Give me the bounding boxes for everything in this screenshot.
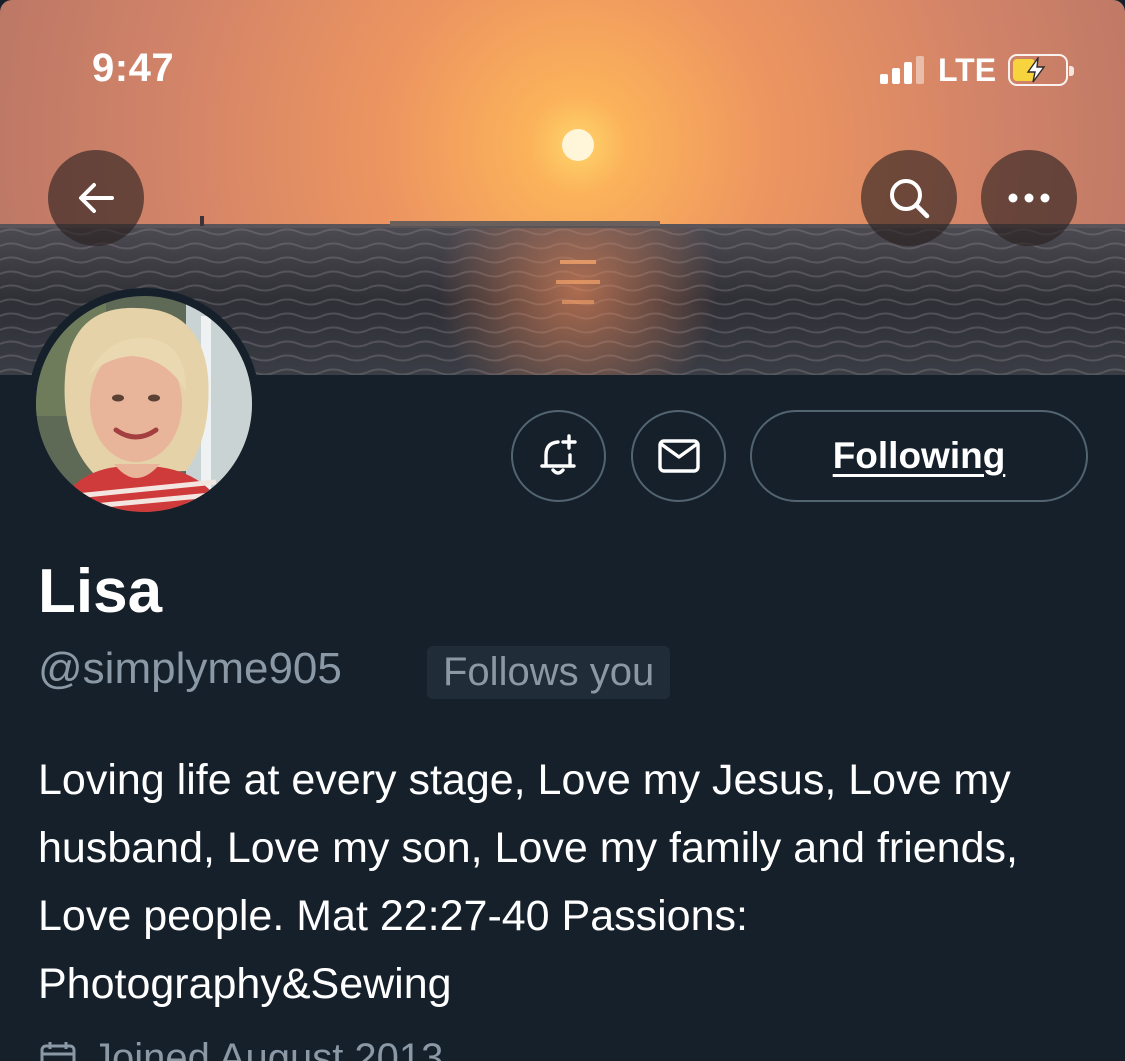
status-time: 9:47 [92,46,175,90]
message-button[interactable] [631,410,726,502]
more-options-button[interactable] [981,150,1077,246]
cellular-signal-icon [880,56,924,84]
back-button[interactable] [48,150,144,246]
notifications-button[interactable] [511,410,606,502]
joined-date-text: Joined August 2013 [92,1036,444,1061]
following-button[interactable]: Following [750,410,1088,502]
follows-you-badge: Follows you [427,646,671,699]
envelope-icon [657,439,700,473]
battery-charging-icon [1008,54,1075,86]
bell-plus-icon [539,434,577,475]
status-indicators: LTE [880,50,1075,90]
avatar-photo [36,296,252,512]
calendar-icon [40,1041,76,1061]
more-horizontal-icon [1008,193,1050,203]
search-icon [890,179,930,219]
search-button[interactable] [861,150,957,246]
joined-date: Joined August 2013 [38,1036,443,1061]
profile-bio: Loving life at every stage, Love my Jesu… [38,756,1018,1008]
arrow-left-icon [79,183,114,213]
profile-avatar[interactable] [28,288,260,520]
profile-name: Lisa [38,557,163,626]
profile-handle: @simplyme905 [38,644,342,693]
network-type: LTE [938,51,997,88]
